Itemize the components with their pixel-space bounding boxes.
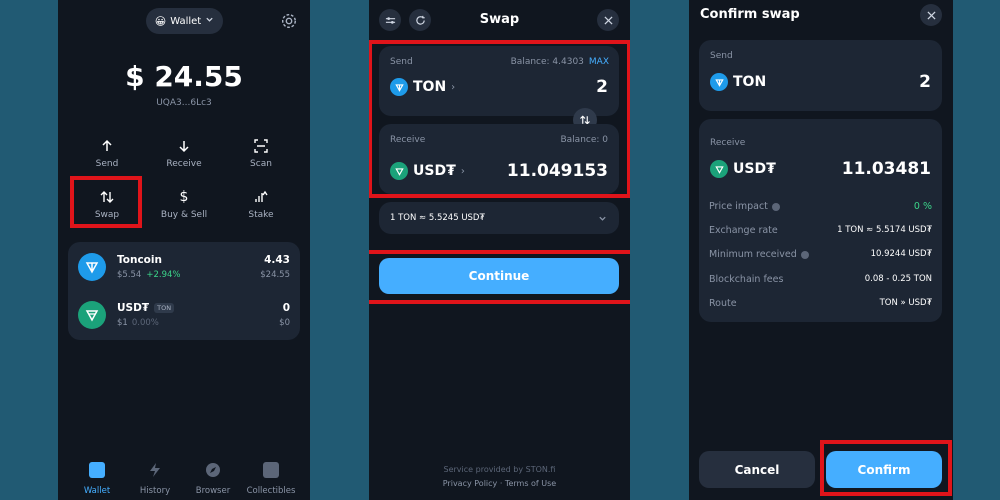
receive-action-label: Receive <box>166 159 202 169</box>
scan-action-button[interactable]: Scan <box>226 139 296 169</box>
send-label: Send <box>710 51 733 61</box>
asset-value: $0 <box>279 318 290 328</box>
send-action-label: Send <box>95 159 119 169</box>
account-label: Wallet <box>170 15 202 27</box>
detail-value: 0 % <box>913 201 932 212</box>
wallet-address[interactable]: UQA3...6Lc3 <box>58 98 310 108</box>
receive-amount: 11.03481 <box>841 159 931 179</box>
tab-browser-label: Browser <box>195 486 231 496</box>
asset-price: $5.54 <box>117 270 142 280</box>
asset-amount: 4.43 <box>264 254 290 266</box>
arrow-up-icon <box>102 139 112 151</box>
buy-sell-action-button[interactable]: $ Buy & Sell <box>149 190 219 220</box>
asset-value: $24.55 <box>260 270 290 280</box>
usdt-icon <box>78 301 106 329</box>
footer-separator: · <box>497 479 505 488</box>
asset-name: Toncoin <box>117 254 162 266</box>
stake-action-button[interactable]: Stake <box>226 190 296 220</box>
receive-action-button[interactable]: Receive <box>149 139 219 169</box>
scan-icon <box>254 139 268 153</box>
asset-change: 0.00% <box>131 318 159 328</box>
buy-sell-action-label: Buy & Sell <box>160 210 208 220</box>
chevron-down-icon <box>599 216 606 221</box>
exchange-rate: 1 TON ≈ 5.5245 USD₮ <box>390 213 485 223</box>
account-emoji: 😀 <box>154 14 167 28</box>
detail-value: 10.9244 USD₮ <box>870 249 932 259</box>
list-item-toncoin[interactable]: Toncoin $5.54 +2.94% 4.43 $24.55 <box>68 242 300 291</box>
tab-collectibles[interactable]: Collectibles <box>242 462 300 496</box>
balance-amount: $ 24.55 <box>125 60 243 93</box>
asset-amount: 0 <box>282 302 290 314</box>
swap-screen: Swap Send Balance: 4.4303 MAX TON › 2 Re… <box>369 0 630 500</box>
token-panels-highlight-box <box>369 40 630 198</box>
compass-icon <box>206 463 220 477</box>
asset-price: $1 <box>117 318 128 328</box>
tab-history[interactable]: History <box>126 462 184 496</box>
wallet-icon <box>89 462 105 478</box>
receive-token: USD₮ <box>733 161 776 177</box>
confirm-highlight-box <box>820 440 952 496</box>
network-badge: TON <box>154 303 175 313</box>
chevron-down-icon <box>205 15 214 27</box>
stake-icon <box>255 190 268 202</box>
list-item-usdt[interactable]: USD₮ TON $1 0.00% 0 $0 <box>68 291 300 340</box>
arrow-down-icon <box>179 141 189 153</box>
detail-label: Route <box>709 298 737 309</box>
continue-highlight-box <box>369 250 630 304</box>
info-icon[interactable] <box>771 202 780 211</box>
rate-row[interactable]: 1 TON ≈ 5.5245 USD₮ <box>379 202 619 234</box>
detail-row-blockchain-fees: Blockchain fees 0.08 - 0.25 TON <box>709 274 932 285</box>
account-selector[interactable]: 😀 Wallet <box>146 8 223 34</box>
swap-title: Swap <box>479 12 520 27</box>
detail-row-exchange-rate: Exchange rate 1 TON ≈ 5.5174 USD₮ <box>709 225 932 236</box>
detail-label: Exchange rate <box>709 225 778 236</box>
close-icon[interactable] <box>920 4 942 26</box>
detail-value: 0.08 - 0.25 TON <box>864 274 932 284</box>
asset-change: +2.94% <box>146 270 181 280</box>
usdt-icon <box>710 160 728 178</box>
confirm-title: Confirm swap <box>700 7 800 22</box>
lightning-icon <box>150 463 160 477</box>
privacy-policy-link[interactable]: Privacy Policy <box>443 479 498 488</box>
dollar-icon: $ <box>179 189 189 205</box>
send-token: TON <box>733 74 767 90</box>
toncoin-icon <box>78 253 106 281</box>
tab-wallet-label: Wallet <box>83 486 111 496</box>
receive-label: Receive <box>710 138 746 148</box>
detail-label: Minimum received <box>709 249 797 260</box>
tab-history-label: History <box>139 486 171 496</box>
info-icon[interactable] <box>800 250 809 259</box>
terms-of-use-link[interactable]: Terms of Use <box>505 479 556 488</box>
tab-browser[interactable]: Browser <box>184 462 242 496</box>
detail-row-price-impact: Price impact 0 % <box>709 201 932 212</box>
close-icon[interactable] <box>597 9 619 31</box>
receive-summary: Receive USD₮ 11.03481 Price impact 0 % E… <box>699 119 942 322</box>
asset-name: USD₮ <box>117 302 150 314</box>
confirm-swap-screen: Confirm swap Send TON 2 Receive USD₮ 11.… <box>689 0 953 500</box>
cancel-button[interactable]: Cancel <box>699 451 815 488</box>
detail-value: 1 TON ≈ 5.5174 USD₮ <box>837 225 932 235</box>
wallet-screen: 😀 Wallet $ 24.55 UQA3...6Lc3 Send Receiv… <box>58 0 310 500</box>
send-amount: 2 <box>919 72 931 92</box>
detail-row-minimum-received: Minimum received 10.9244 USD₮ <box>709 249 932 260</box>
detail-value: TON » USD₮ <box>879 298 932 308</box>
detail-label: Blockchain fees <box>709 274 784 285</box>
send-action-button[interactable]: Send <box>72 139 142 169</box>
send-summary: Send TON 2 <box>699 40 942 111</box>
ton-icon <box>710 73 728 91</box>
stake-action-label: Stake <box>248 210 274 220</box>
service-provider-text: Service provided by STON.fi <box>443 465 556 474</box>
scan-action-label: Scan <box>250 159 272 169</box>
swap-highlight-box <box>70 176 142 228</box>
gear-icon[interactable] <box>280 12 298 34</box>
detail-label: Price impact <box>709 201 768 212</box>
tab-collectibles-label: Collectibles <box>246 486 296 496</box>
detail-row-route: Route TON » USD₮ <box>709 298 932 309</box>
tab-wallet[interactable]: Wallet <box>68 462 126 496</box>
assets-list: Toncoin $5.54 +2.94% 4.43 $24.55 USD₮ TO… <box>68 242 300 340</box>
collectibles-icon <box>263 462 279 478</box>
